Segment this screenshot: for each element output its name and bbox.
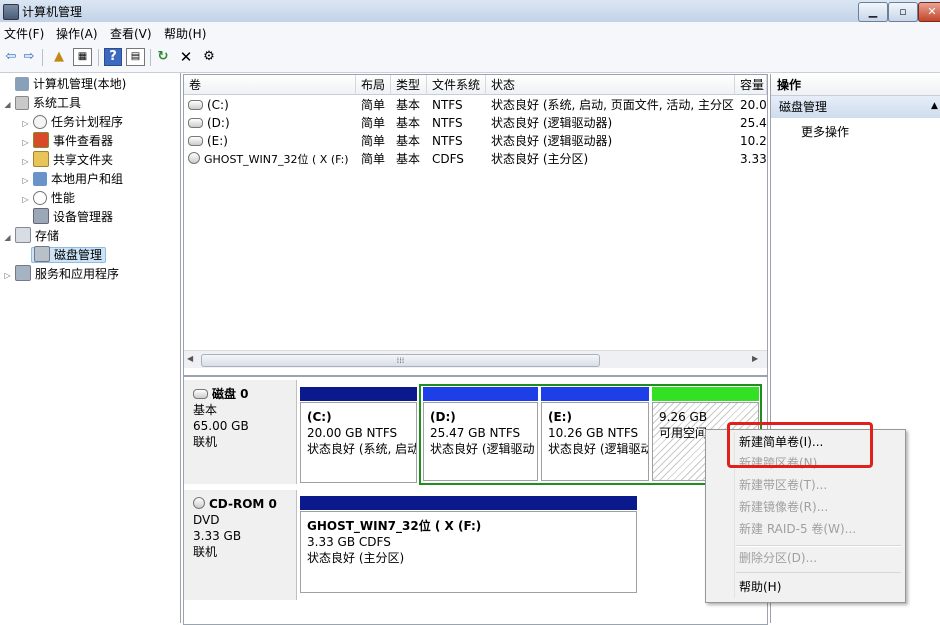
services-icon (15, 265, 31, 281)
partition-e-bar (541, 387, 649, 401)
table-row[interactable]: (C:) 简单 基本 NTFS 状态良好 (系统, 启动, 页面文件, 活动, … (184, 96, 767, 114)
tree-item-device-manager[interactable]: 设备管理器 (20, 208, 113, 227)
expand-arrow-icon[interactable]: ▷ (20, 152, 31, 171)
menu-file[interactable]: 文件(F) (4, 25, 44, 42)
collapse-section-arrow-icon[interactable]: ▲ (931, 101, 938, 111)
shared-folder-icon (33, 151, 49, 167)
close-button[interactable]: ✕ (918, 2, 940, 22)
partition-c-bar (300, 387, 417, 401)
drive-icon (188, 136, 203, 146)
tree-item-services-applications[interactable]: ▷ 服务和应用程序 (2, 265, 119, 284)
drive-icon (188, 118, 203, 128)
partition-e[interactable]: (E:) 10.26 GB NTFS 状态良好 (逻辑驱动 (541, 402, 649, 481)
navigation-tree: 计算机管理(本地) ◢ 系统工具 ▷ 任务计划程序 ▷ 事件查看器 ▷ 共享文件夹 ▷ 本… (0, 73, 181, 623)
toolbar-separator (150, 49, 151, 66)
table-row[interactable]: (D:) 简单 基本 NTFS 状态良好 (逻辑驱动器) 25.4 (184, 114, 767, 132)
tree-item-computer-management[interactable]: 计算机管理(本地) (2, 75, 126, 94)
computer-icon (15, 77, 29, 91)
tree-item-shared-folders[interactable]: ▷ 共享文件夹 (20, 151, 113, 170)
disk-icon (193, 389, 208, 399)
menu-item-new-striped-volume: 新建带区卷(T)... (739, 478, 828, 492)
window-title: 计算机管理 (22, 5, 83, 19)
column-header-filesystem[interactable]: 文件系统 (427, 75, 486, 95)
table-row[interactable]: (E:) 简单 基本 NTFS 状态良好 (逻辑驱动器) 10.2 (184, 132, 767, 150)
toolbar-separator (98, 49, 99, 66)
clock-icon (33, 115, 47, 129)
partition-f[interactable]: GHOST_WIN7_32位 ( X (F:) 3.33 GB CDFS 状态良… (300, 511, 637, 593)
table-row[interactable]: GHOST_WIN7_32位 ( X (F:) 简单 基本 CDFS 状态良好 … (184, 150, 767, 168)
column-header-status[interactable]: 状态 (486, 75, 735, 95)
help-icon[interactable]: ? (104, 48, 122, 66)
more-actions-link[interactable]: 更多操作 (801, 123, 849, 140)
up-folder-icon[interactable]: ▲ (50, 48, 68, 66)
tree-item-disk-management[interactable]: 磁盘管理 (20, 246, 107, 265)
menu-separator (736, 545, 901, 547)
collapse-arrow-icon[interactable]: ◢ (2, 228, 13, 247)
partition-d-bar (423, 387, 538, 401)
scrollbar-thumb[interactable]: ⁞⁞⁞ (201, 354, 600, 367)
free-space-bar (652, 387, 759, 401)
forward-arrow-icon[interactable]: ⇨ (20, 48, 38, 66)
tree-item-storage[interactable]: ◢ 存储 (2, 227, 59, 246)
menu-item-help[interactable]: 帮助(H) (739, 577, 781, 597)
tree-item-system-tools[interactable]: ◢ 系统工具 (2, 94, 81, 113)
title-bar (0, 0, 940, 22)
partition-f-bar (300, 496, 637, 510)
device-manager-icon (33, 208, 49, 224)
partition-d[interactable]: (D:) 25.47 GB NTFS 状态良好 (逻辑驱动 (423, 402, 538, 481)
disk-0-info[interactable]: 磁盘 0 基本 65.00 GB 联机 (184, 380, 297, 484)
selected-tree-item[interactable]: 磁盘管理 (31, 246, 107, 263)
collapse-arrow-icon[interactable]: ◢ (2, 95, 13, 114)
menu-item-new-mirrored-volume: 新建镜像卷(R)... (739, 500, 829, 514)
menu-item-new-raid5-volume: 新建 RAID-5 卷(W)... (739, 522, 857, 536)
tree-item-performance[interactable]: ▷ 性能 (20, 189, 75, 208)
menu-action[interactable]: 操作(A) (56, 25, 98, 42)
properties-icon[interactable]: ▤ (126, 48, 145, 66)
tree-item-event-viewer[interactable]: ▷ 事件查看器 (20, 132, 113, 151)
refresh-icon[interactable]: ↻ (154, 48, 172, 66)
minimize-button[interactable]: ▁ (858, 2, 888, 22)
expand-arrow-icon[interactable]: ▷ (20, 171, 31, 190)
delete-icon[interactable]: ✕ (177, 48, 195, 66)
toolbar-separator (42, 49, 43, 66)
menu-help[interactable]: 帮助(H) (164, 25, 206, 42)
column-header-layout[interactable]: 布局 (356, 75, 391, 95)
disk-graphical-view: 磁盘 0 基本 65.00 GB 联机 (C:) 20.00 GB NTFS 状… (183, 376, 768, 625)
expand-arrow-icon[interactable]: ▷ (20, 133, 31, 152)
cd-drive-icon (188, 152, 200, 164)
menu-separator (736, 572, 901, 573)
actions-section-disk-management[interactable]: 磁盘管理 (771, 96, 940, 118)
expand-arrow-icon[interactable]: ▷ (20, 114, 31, 133)
tools-icon (15, 96, 29, 110)
maximize-button[interactable]: ▫ (888, 2, 918, 22)
expand-arrow-icon[interactable]: ▷ (20, 190, 31, 209)
drive-icon (188, 100, 203, 110)
column-header-volume[interactable]: 卷 (184, 75, 356, 95)
highlight-annotation (727, 422, 873, 468)
event-viewer-icon (33, 132, 49, 148)
actions-header: 操作 (771, 74, 940, 96)
storage-icon (15, 227, 31, 243)
horizontal-scrollbar[interactable]: ◀ ⁞⁞⁞ ▶ (184, 350, 767, 368)
users-icon (33, 172, 47, 186)
column-header-type[interactable]: 类型 (391, 75, 427, 95)
disk-icon (34, 246, 50, 262)
show-hide-tree-icon[interactable]: ▦ (73, 48, 92, 66)
menu-view[interactable]: 查看(V) (110, 25, 152, 42)
menu-item-delete-partition: 删除分区(D)... (739, 551, 818, 565)
back-arrow-icon[interactable]: ⇦ (2, 48, 20, 66)
column-header-capacity[interactable]: 容量 (735, 75, 767, 95)
tree-item-local-users-groups[interactable]: ▷ 本地用户和组 (20, 170, 123, 189)
cd-drive-icon (193, 497, 205, 509)
cdrom-0-info[interactable]: CD-ROM 0 DVD 3.33 GB 联机 (184, 490, 297, 600)
partition-c[interactable]: (C:) 20.00 GB NTFS 状态良好 (系统, 启动 (300, 402, 417, 483)
tree-item-task-scheduler[interactable]: ▷ 任务计划程序 (20, 113, 123, 132)
computer-management-icon (3, 4, 19, 20)
scroll-left-arrow-icon[interactable]: ◀ (187, 354, 193, 363)
expand-arrow-icon[interactable]: ▷ (2, 266, 13, 285)
scroll-right-arrow-icon[interactable]: ▶ (752, 354, 758, 363)
volume-table: 卷 布局 类型 文件系统 状态 容量 (C:) 简单 基本 NTFS 状态良好 … (183, 74, 768, 376)
settings-icon[interactable]: ⚙ (200, 48, 218, 66)
performance-icon (33, 191, 47, 205)
